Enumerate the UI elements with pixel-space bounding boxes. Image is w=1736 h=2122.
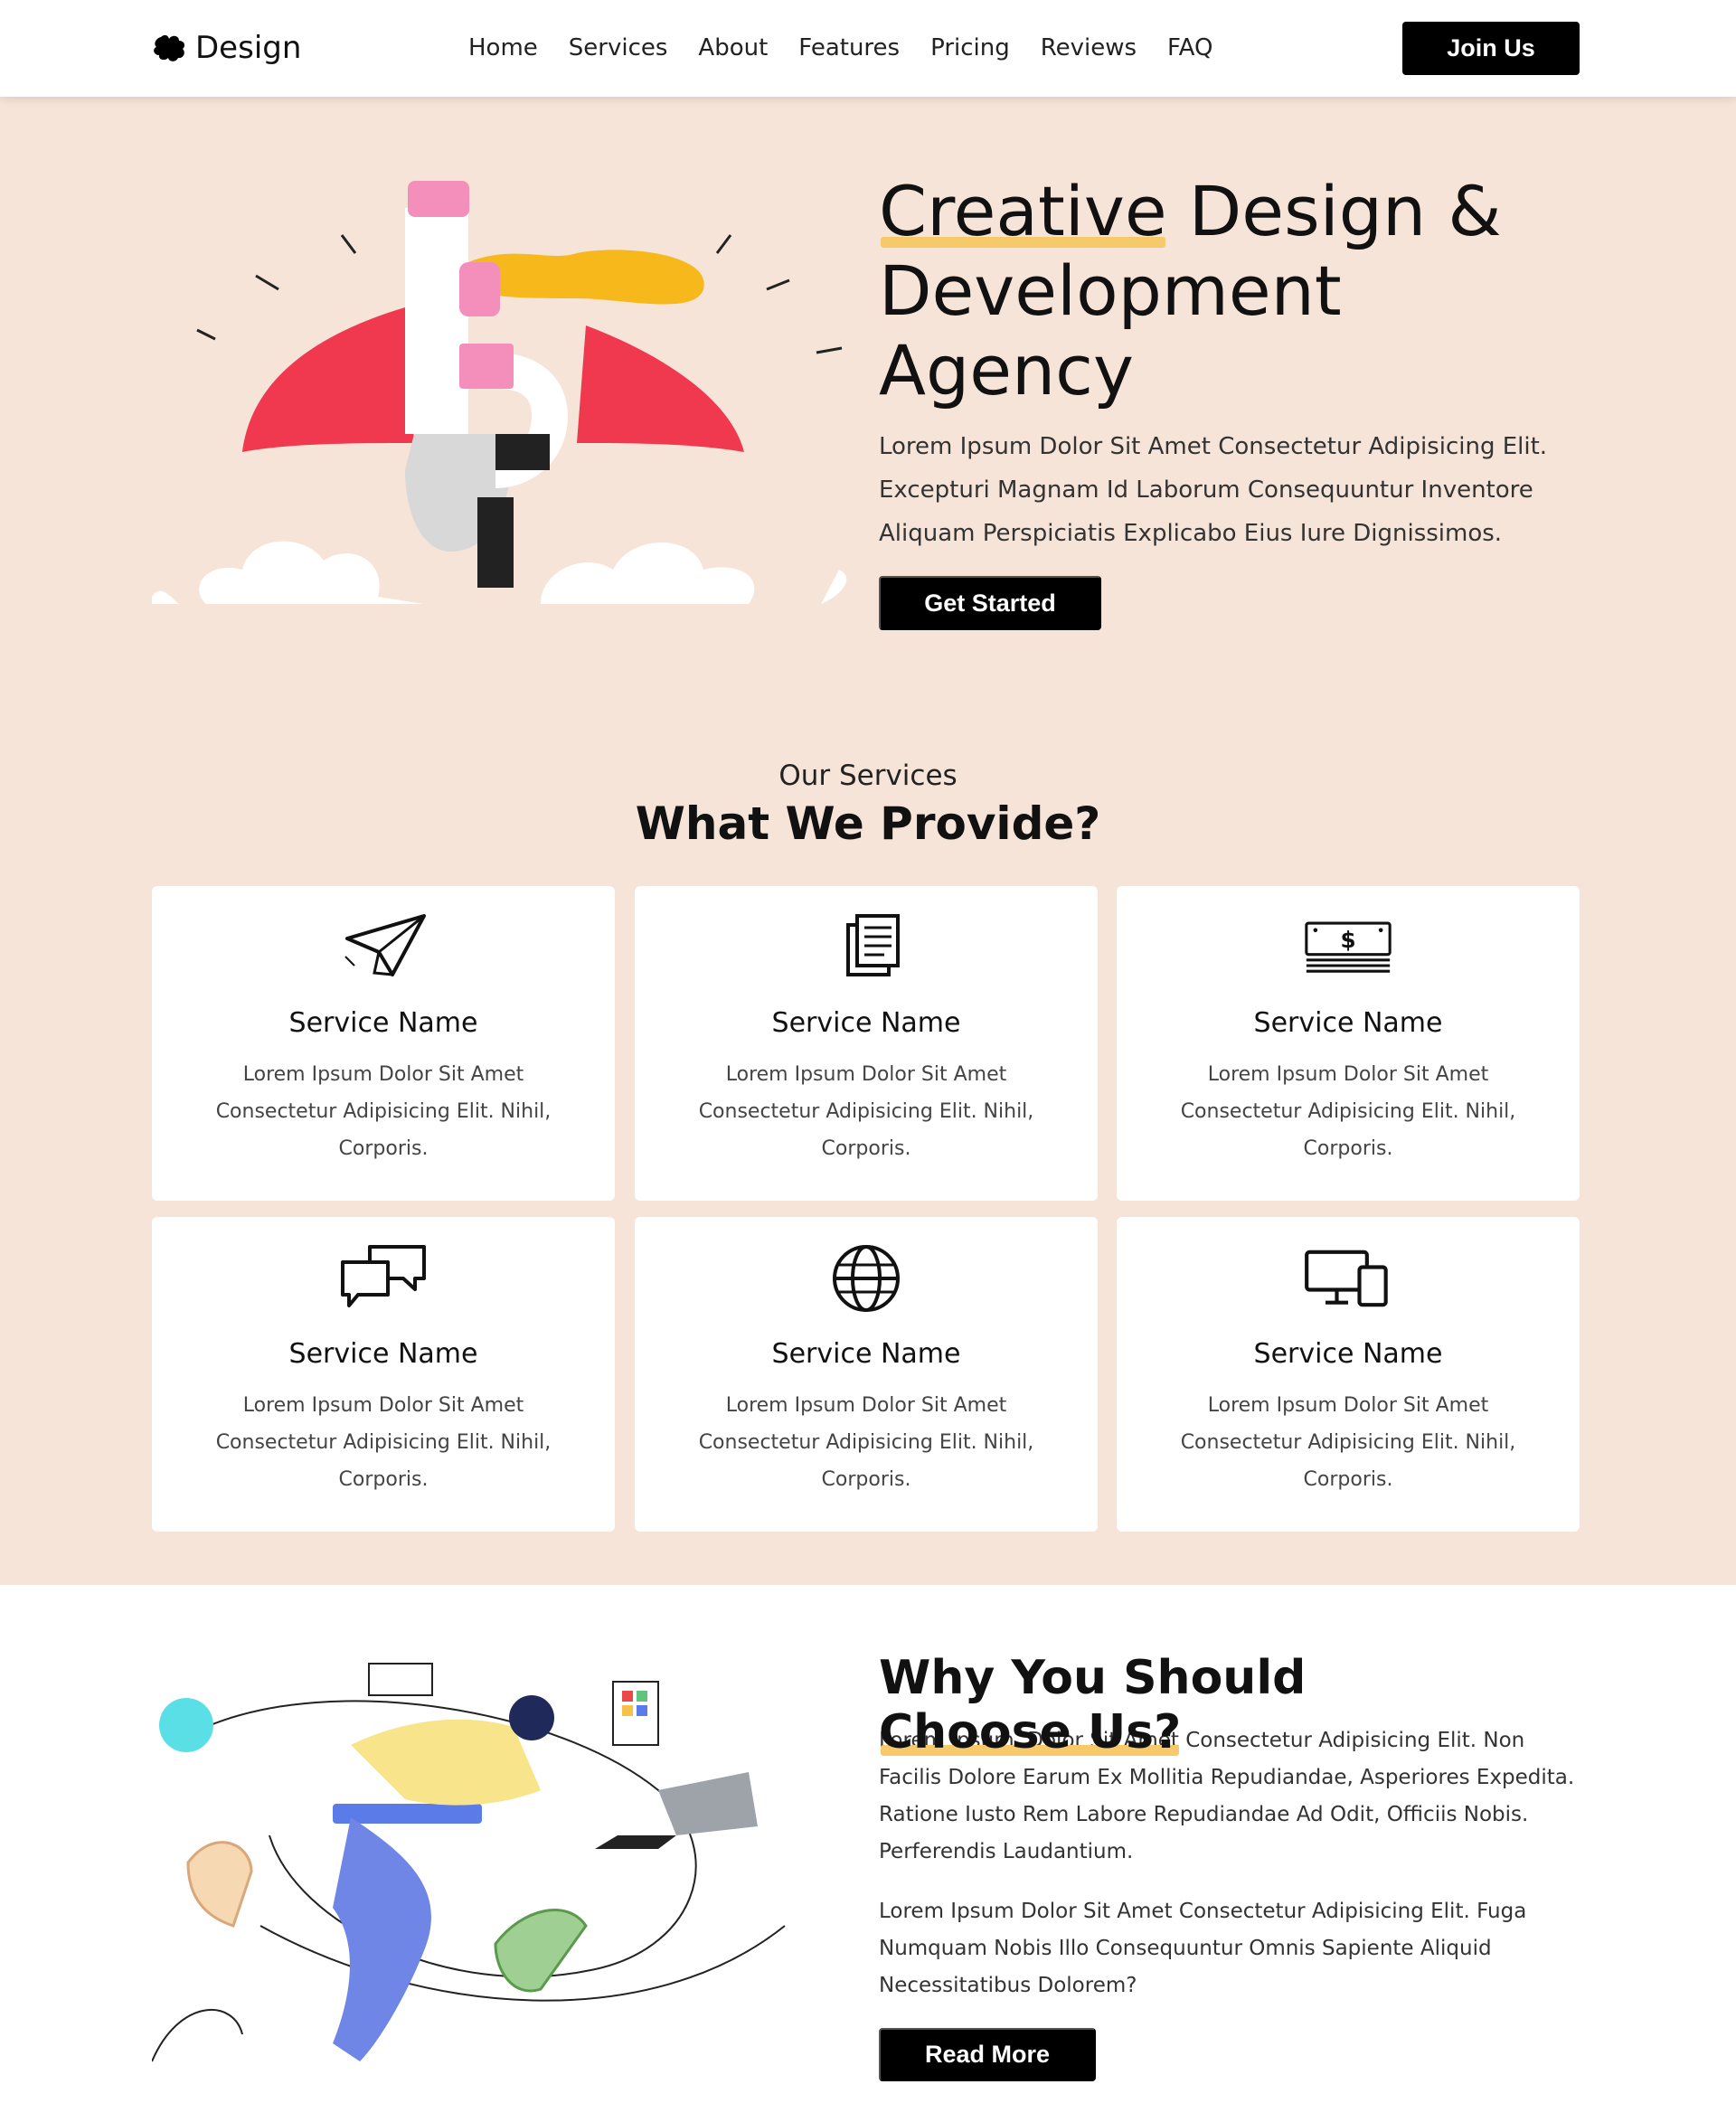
why-illustration	[151, 1655, 857, 2089]
paper-plane-icon	[344, 914, 426, 976]
why-paragraph-2: Lorem Ipsum Dolor Sit Amet Consectetur A…	[879, 1900, 1527, 1997]
nav-link-services[interactable]: Services	[569, 34, 668, 61]
hero-illustration	[152, 172, 857, 615]
service-card[interactable]: Service Name Lorem Ipsum Dolor Sit Amet …	[635, 1217, 1098, 1532]
hero-title-line-2: Development	[879, 250, 1342, 331]
service-description: Lorem Ipsum Dolor Sit Amet Consectetur A…	[1180, 1063, 1516, 1160]
service-card[interactable]: Service Name Lorem Ipsum Dolor Sit Amet …	[1117, 1217, 1580, 1532]
devices-icon	[1305, 1250, 1388, 1307]
hero-title: Creative Design & Development Agency	[879, 172, 1593, 410]
svg-text:$: $	[1340, 927, 1355, 953]
globe-icon	[833, 1245, 900, 1312]
hero-title-highlight: Creative	[879, 171, 1167, 251]
service-description: Lorem Ipsum Dolor Sit Amet Consectetur A…	[215, 1063, 552, 1160]
service-card[interactable]: Service Name Lorem Ipsum Dolor Sit Amet …	[152, 886, 615, 1201]
logo-text: Design	[195, 30, 302, 66]
nav-link-pricing[interactable]: Pricing	[930, 34, 1010, 61]
why-title-plain: Why You Should	[879, 1651, 1307, 1705]
service-description: Lorem Ipsum Dolor Sit Amet Consectetur A…	[698, 1063, 1034, 1160]
nav-link-features[interactable]: Features	[798, 34, 900, 61]
hero-title-line-3: Agency	[879, 330, 1134, 410]
hero-title-part-1: Design &	[1166, 171, 1502, 251]
service-name: Service Name	[771, 1007, 961, 1039]
get-started-button[interactable]: Get Started	[879, 576, 1101, 630]
service-name: Service Name	[1253, 1338, 1443, 1370]
services-eyebrow: Our Services	[778, 759, 958, 792]
main-nav: Home Services About Features Pricing Rev…	[468, 27, 1212, 69]
service-name: Service Name	[288, 1338, 478, 1370]
service-name: Service Name	[1253, 1007, 1443, 1039]
why-title: Why You Should Choose Us?	[879, 1651, 1584, 1759]
service-card[interactable]: Service Name Lorem Ipsum Dolor Sit Amet …	[152, 1217, 615, 1532]
nav-link-faq[interactable]: FAQ	[1167, 34, 1212, 61]
nav-link-about[interactable]: About	[698, 34, 768, 61]
read-more-button[interactable]: Read More	[879, 2028, 1096, 2081]
service-name: Service Name	[288, 1007, 478, 1039]
service-description: Lorem Ipsum Dolor Sit Amet Consectetur A…	[215, 1394, 552, 1491]
why-title-highlight: Choose Us?	[879, 1705, 1182, 1759]
service-description: Lorem Ipsum Dolor Sit Amet Consectetur A…	[1180, 1394, 1516, 1491]
chat-bubbles-icon	[341, 1245, 426, 1307]
service-description: Lorem Ipsum Dolor Sit Amet Consectetur A…	[698, 1394, 1034, 1491]
logo[interactable]: Design	[152, 27, 301, 69]
puzzle-logo-icon	[154, 34, 185, 61]
service-card[interactable]: Service Name Lorem Ipsum Dolor Sit Amet …	[635, 886, 1098, 1201]
hero-description: Lorem Ipsum Dolor Sit Amet Consectetur A…	[879, 433, 1548, 547]
service-card[interactable]: $ Service Name Lorem Ipsum Dolor Sit Ame…	[1117, 886, 1580, 1201]
navbar: Design Home Services About Features Pric…	[0, 0, 1736, 97]
documents-icon	[846, 914, 900, 976]
nav-link-home[interactable]: Home	[468, 34, 538, 61]
nav-link-reviews[interactable]: Reviews	[1041, 34, 1137, 61]
money-stack-icon: $	[1305, 921, 1392, 973]
service-name: Service Name	[771, 1338, 961, 1370]
join-us-button[interactable]: Join Us	[1402, 22, 1580, 75]
services-title: What We Provide?	[635, 797, 1101, 850]
